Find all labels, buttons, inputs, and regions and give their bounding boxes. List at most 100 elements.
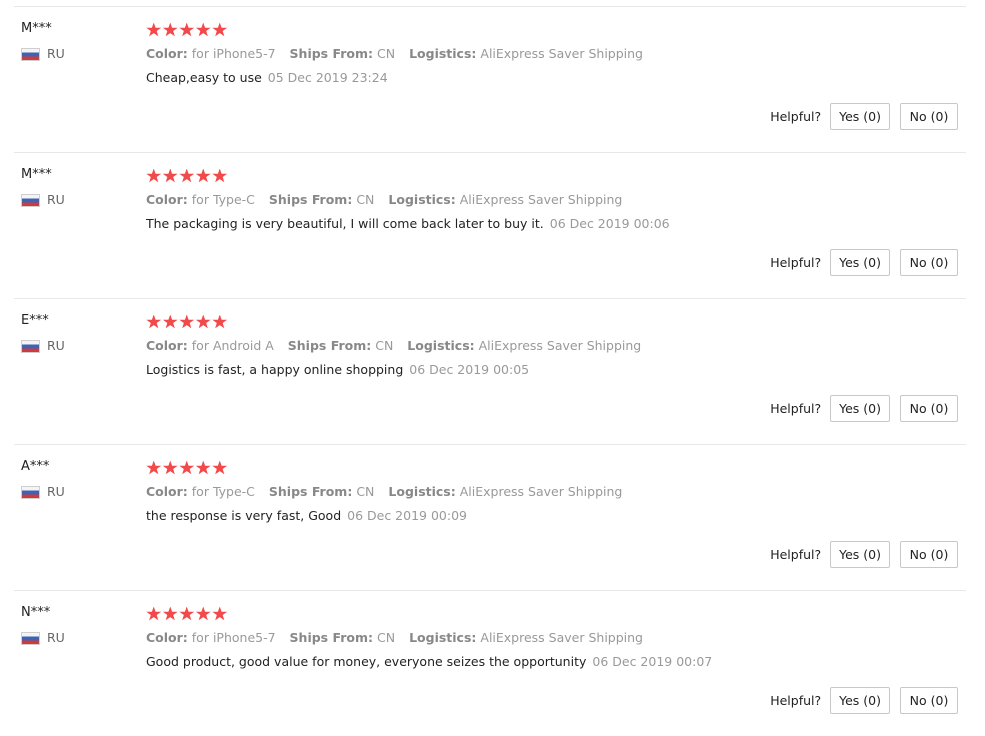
star-icon: [179, 314, 195, 329]
attr-ships-value: CN: [356, 192, 375, 207]
helpful-no-button[interactable]: No (0): [900, 103, 958, 130]
russia-flag-icon: [21, 339, 40, 353]
attr-color-value: for iPhone5-7: [191, 46, 276, 61]
attr-ships-from: Ships From: CN: [269, 191, 375, 208]
reviewer-info: E*** RU: [21, 312, 131, 354]
star-icon: [146, 606, 162, 621]
review-date: 06 Dec 2019 00:07: [592, 654, 713, 669]
helpful-no-button[interactable]: No (0): [900, 687, 958, 714]
helpful-vote: Helpful? Yes (0) No (0): [770, 103, 958, 130]
helpful-vote: Helpful? Yes (0) No (0): [770, 249, 958, 276]
review-date: 06 Dec 2019 00:06: [549, 216, 670, 231]
review-text-line: The packaging is very beautiful, I will …: [146, 215, 956, 232]
attr-ships-label: Ships From:: [287, 338, 372, 353]
star-icon: [179, 168, 195, 183]
attr-ships-label: Ships From:: [289, 630, 373, 645]
helpful-yes-button[interactable]: Yes (0): [830, 103, 890, 130]
review-text-line: the response is very fast, Good 06 Dec 20…: [146, 507, 956, 524]
helpful-yes-button[interactable]: Yes (0): [830, 687, 890, 714]
attr-color-value: for Type-C: [191, 192, 255, 207]
attr-color: Color: for Android A: [146, 337, 274, 354]
russia-flag-icon: [21, 485, 40, 499]
helpful-vote: Helpful? Yes (0) No (0): [770, 687, 958, 714]
helpful-yes-button[interactable]: Yes (0): [830, 395, 890, 422]
attr-color-value: for iPhone5-7: [191, 630, 276, 645]
review-text-line: Good product, good value for money, ever…: [146, 653, 956, 670]
attr-color-label: Color:: [146, 46, 188, 61]
review-item: M*** RU Color: for Type-C Ships From: CN…: [14, 152, 966, 298]
attr-ships-value: CN: [356, 484, 375, 499]
reviewer-country: RU: [21, 46, 131, 62]
order-attributes: Color: for Android A Ships From: CN Logi…: [146, 337, 956, 354]
helpful-label: Helpful?: [770, 401, 822, 416]
review-text: Logistics is fast, a happy online shoppi…: [146, 362, 404, 377]
review-content: Color: for Android A Ships From: CN Logi…: [146, 313, 956, 378]
review-item: M*** RU Color: for iPhone5-7 Ships From:…: [14, 6, 966, 152]
reviewer-info: M*** RU: [21, 166, 131, 208]
star-rating: [146, 459, 956, 477]
star-icon: [162, 460, 178, 475]
review-content: Color: for iPhone5-7 Ships From: CN Logi…: [146, 21, 956, 86]
helpful-yes-button[interactable]: Yes (0): [830, 249, 890, 276]
star-rating: [146, 21, 956, 39]
helpful-yes-button[interactable]: Yes (0): [830, 541, 890, 568]
star-icon: [212, 606, 228, 621]
star-rating: [146, 313, 956, 331]
country-code: RU: [47, 192, 65, 207]
review-date: 05 Dec 2019 23:24: [267, 70, 388, 85]
review-content: Color: for Type-C Ships From: CN Logisti…: [146, 167, 956, 232]
star-rating: [146, 605, 956, 623]
review-content: Color: for iPhone5-7 Ships From: CN Logi…: [146, 605, 956, 670]
attr-color: Color: for Type-C: [146, 483, 255, 500]
attr-color-label: Color:: [146, 484, 188, 499]
star-icon: [162, 168, 178, 183]
attr-logistics-label: Logistics:: [388, 192, 456, 207]
review-text: Good product, good value for money, ever…: [146, 654, 587, 669]
country-code: RU: [47, 46, 65, 61]
russia-flag-icon: [21, 47, 40, 61]
review-text-line: Logistics is fast, a happy online shoppi…: [146, 361, 956, 378]
star-icon: [179, 460, 195, 475]
attr-logistics: Logistics: AliExpress Saver Shipping: [409, 45, 643, 62]
helpful-no-button[interactable]: No (0): [900, 249, 958, 276]
review-list: M*** RU Color: for iPhone5-7 Ships From:…: [0, 6, 985, 736]
review-text-line: Cheap,easy to use 05 Dec 2019 23:24: [146, 69, 956, 86]
review-text: Cheap,easy to use: [146, 70, 262, 85]
helpful-vote: Helpful? Yes (0) No (0): [770, 395, 958, 422]
attr-ships-from: Ships From: CN: [269, 483, 375, 500]
review-date: 06 Dec 2019 00:09: [347, 508, 467, 523]
star-icon: [212, 22, 228, 37]
helpful-vote: Helpful? Yes (0) No (0): [770, 541, 958, 568]
attr-logistics-value: AliExpress Saver Shipping: [480, 630, 643, 645]
star-icon: [212, 460, 228, 475]
attr-color: Color: for iPhone5-7: [146, 629, 276, 646]
reviewer-info: M*** RU: [21, 20, 131, 62]
review-date: 06 Dec 2019 00:05: [409, 362, 530, 377]
attr-color-value: for Type-C: [191, 484, 255, 499]
star-icon: [212, 168, 228, 183]
attr-ships-label: Ships From:: [268, 484, 353, 499]
attr-logistics-value: AliExpress Saver Shipping: [459, 484, 623, 499]
attr-logistics: Logistics: AliExpress Saver Shipping: [409, 629, 643, 646]
attr-ships-label: Ships From:: [268, 192, 353, 207]
attr-ships-from: Ships From: CN: [288, 337, 394, 354]
russia-flag-icon: [21, 631, 40, 645]
helpful-label: Helpful?: [770, 547, 822, 562]
country-code: RU: [47, 338, 65, 353]
attr-logistics-label: Logistics:: [409, 630, 477, 645]
star-icon: [195, 314, 211, 329]
star-rating: [146, 167, 956, 185]
attr-ships-value: CN: [376, 46, 396, 61]
reviewer-name: E***: [21, 313, 49, 328]
review-text: the response is very fast, Good: [146, 508, 342, 523]
review-item: N*** RU Color: for iPhone5-7 Ships From:…: [14, 590, 966, 736]
russia-flag-icon: [21, 193, 40, 207]
helpful-no-button[interactable]: No (0): [900, 395, 958, 422]
star-icon: [146, 168, 162, 183]
attr-color-label: Color:: [146, 338, 188, 353]
attr-color: Color: for Type-C: [146, 191, 255, 208]
star-icon: [179, 22, 195, 37]
review-text: The packaging is very beautiful, I will …: [146, 216, 544, 231]
attr-color-value: for Android A: [191, 338, 274, 353]
helpful-no-button[interactable]: No (0): [900, 541, 958, 568]
